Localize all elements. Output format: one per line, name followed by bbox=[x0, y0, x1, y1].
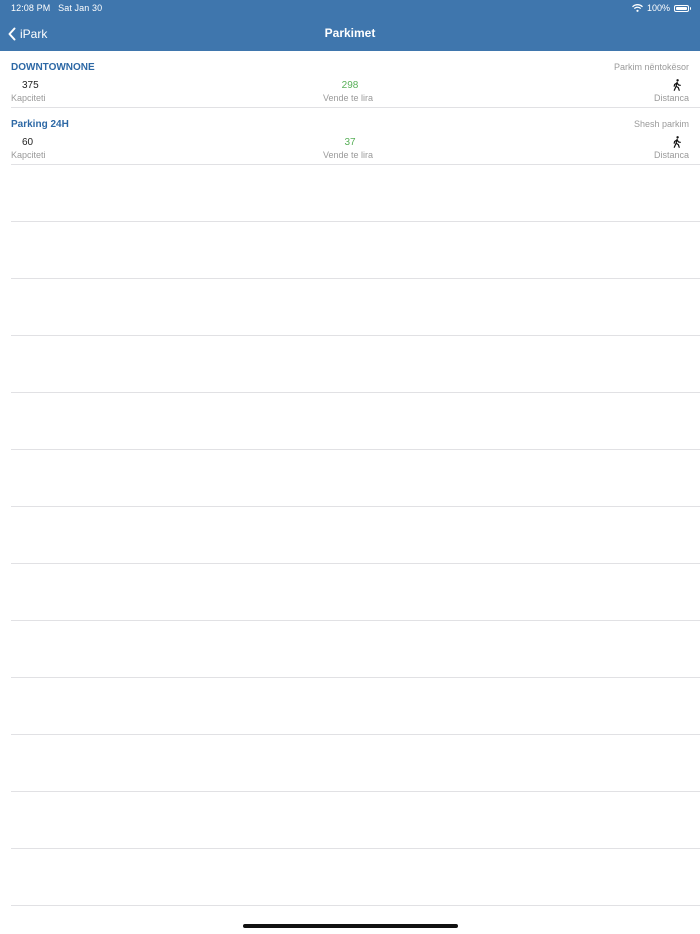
empty-row bbox=[11, 564, 700, 621]
free-spaces-value: 37 bbox=[344, 137, 356, 148]
capacity-value: 60 bbox=[22, 137, 34, 148]
page-title: Parkimet bbox=[324, 26, 376, 40]
empty-row bbox=[11, 450, 700, 507]
parking-type: Shesh parkim bbox=[633, 119, 689, 129]
empty-row bbox=[11, 621, 700, 678]
walking-icon bbox=[673, 79, 681, 91]
wifi-icon bbox=[632, 4, 643, 12]
capacity-value: 375 bbox=[22, 80, 39, 91]
home-indicator[interactable] bbox=[243, 924, 458, 928]
battery-icon bbox=[674, 4, 691, 12]
free-spaces-value: 298 bbox=[341, 80, 359, 91]
parking-type: Parkim nëntokësor bbox=[613, 62, 689, 72]
parking-name: Parking 24H bbox=[11, 119, 69, 130]
capacity-label: Kapciteti bbox=[11, 93, 46, 103]
status-indicators: 100% bbox=[632, 3, 691, 13]
empty-row bbox=[11, 849, 700, 906]
status-clock: 12:08 PM bbox=[11, 3, 51, 13]
empty-row bbox=[11, 507, 700, 564]
empty-row bbox=[11, 336, 700, 393]
empty-row bbox=[11, 165, 700, 222]
free-spaces-label: Vende te lira bbox=[323, 150, 374, 160]
empty-row bbox=[11, 792, 700, 849]
battery-percent: 100% bbox=[646, 3, 670, 13]
empty-row bbox=[11, 279, 700, 336]
empty-row bbox=[11, 735, 700, 792]
parking-row[interactable]: DOWNTOWNONE Parkim nëntokësor 375 Kapcit… bbox=[11, 51, 700, 108]
status-time: 12:08 PM Sat Jan 30 bbox=[11, 3, 102, 13]
parking-name: DOWNTOWNONE bbox=[11, 62, 95, 73]
free-spaces-label: Vende te lira bbox=[323, 93, 374, 103]
empty-row bbox=[11, 222, 700, 279]
parking-list: DOWNTOWNONE Parkim nëntokësor 375 Kapcit… bbox=[0, 51, 700, 906]
empty-row bbox=[11, 393, 700, 450]
distance-label: Distanca bbox=[653, 93, 689, 103]
distance-label: Distanca bbox=[653, 150, 689, 160]
capacity-label: Kapciteti bbox=[11, 150, 46, 160]
walking-icon bbox=[673, 136, 681, 148]
navigation-bar: 12:08 PM Sat Jan 30 100% iPark Parkimet bbox=[0, 0, 700, 51]
parking-row[interactable]: Parking 24H Shesh parkim 60 Kapciteti 37… bbox=[11, 108, 700, 165]
status-date: Sat Jan 30 bbox=[58, 3, 103, 13]
empty-row bbox=[11, 678, 700, 735]
